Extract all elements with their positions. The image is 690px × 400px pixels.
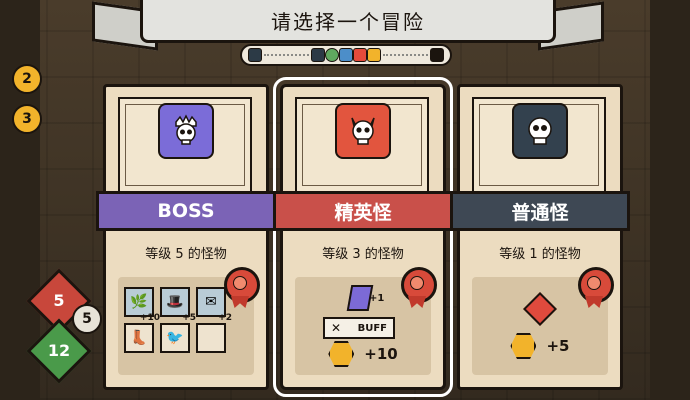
card-name: 普通怪 bbox=[511, 201, 569, 224]
health-heart-icon bbox=[523, 292, 557, 326]
card-ribbon: 普通怪 bbox=[450, 191, 630, 231]
track-coin-icon bbox=[325, 48, 339, 62]
hat-icon: 🎩 +5 bbox=[160, 287, 196, 323]
gold-coin-icon bbox=[328, 341, 355, 367]
crowned-skull-icon bbox=[158, 103, 214, 159]
envelope-icon: ✉ +2 bbox=[196, 287, 232, 323]
sword-icon: ✕ bbox=[331, 321, 342, 335]
side-chip: 2 bbox=[12, 64, 42, 94]
upgrade-badge: +1 bbox=[369, 293, 385, 304]
reward-panel: 🌿 +10 🎩 +5 ✉ +2 👢 🐦 bbox=[118, 267, 260, 375]
buff-label: BUFF bbox=[357, 322, 387, 334]
bird-icon: 🐦 bbox=[160, 323, 190, 353]
gold-reward: +5 bbox=[472, 333, 608, 359]
reward-rosette-icon bbox=[224, 267, 260, 303]
buff-badge: ✕ BUFF bbox=[323, 317, 395, 339]
card-name: 精英怪 bbox=[334, 201, 392, 224]
track-skull-icon bbox=[311, 48, 325, 62]
path-track bbox=[240, 44, 452, 66]
adventure-card-boss[interactable]: BOSS 等级 5 的怪物 🌿 +10 🎩 +5 ✉ +2 👢 🐦 bbox=[96, 84, 276, 390]
gold-amount: +5 bbox=[546, 337, 570, 355]
adventure-card-elite[interactable]: 精英怪 等级 3 的怪物 +1 ✕ BUFF +10 bbox=[273, 77, 453, 397]
track-dots bbox=[383, 54, 428, 56]
adventure-card-normal[interactable]: 普通怪 等级 1 的怪物 +5 bbox=[450, 84, 630, 390]
card-name: BOSS bbox=[157, 200, 215, 222]
track-dots bbox=[264, 54, 309, 56]
reward-rosette-icon bbox=[401, 267, 437, 303]
left-rail bbox=[0, 0, 40, 400]
boots-icon: 👢 bbox=[124, 323, 154, 353]
page-title: 请选择一个冒险 bbox=[271, 9, 425, 34]
gold-coin-icon bbox=[510, 333, 537, 359]
empty-slot bbox=[196, 323, 226, 353]
reward-panel: +5 bbox=[472, 267, 614, 375]
card-level: 等级 3 的怪物 bbox=[322, 247, 404, 262]
card-level: 等级 5 的怪物 bbox=[145, 247, 227, 262]
track-chest-icon bbox=[339, 48, 353, 62]
track-skull-icon bbox=[248, 48, 262, 62]
skull-icon bbox=[512, 103, 568, 159]
card-level: 等级 1 的怪物 bbox=[499, 247, 581, 262]
gold-amount: +10 bbox=[364, 345, 398, 363]
horned-skull-icon bbox=[335, 103, 391, 159]
side-chip: 5 bbox=[72, 304, 102, 334]
reward-rosette-icon bbox=[578, 267, 614, 303]
side-chip: 3 bbox=[12, 104, 42, 134]
track-current-icon bbox=[353, 48, 367, 62]
title-banner: 请选择一个冒险 bbox=[140, 0, 556, 43]
right-rail bbox=[650, 0, 690, 400]
card-ribbon: 精英怪 bbox=[273, 191, 453, 231]
track-boss-icon bbox=[430, 48, 444, 62]
leaf-icon: 🌿 +10 bbox=[124, 287, 160, 323]
gold-reward: +10 bbox=[295, 341, 431, 367]
card-ribbon: BOSS bbox=[96, 191, 276, 231]
track-skull-icon bbox=[367, 48, 381, 62]
reward-items: 🌿 +10 🎩 +5 ✉ +2 👢 🐦 bbox=[124, 287, 232, 353]
reward-panel: +1 ✕ BUFF +10 bbox=[295, 267, 437, 375]
